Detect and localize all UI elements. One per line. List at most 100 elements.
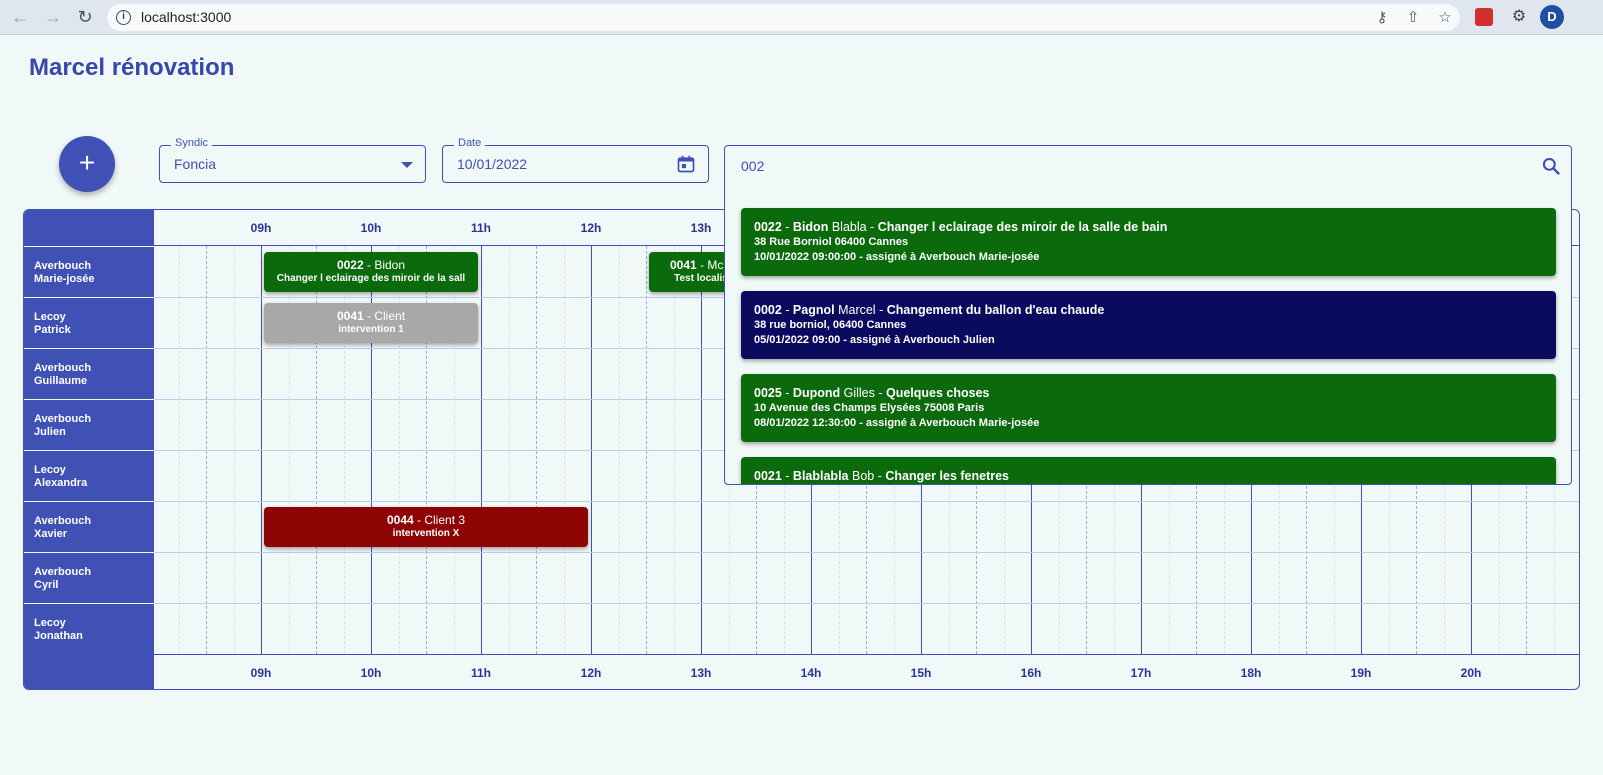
site-info-icon[interactable]: i — [116, 10, 131, 25]
resource-lastname: Averbouch — [34, 566, 92, 578]
result-address: 38 Rue Borniol 06400 Cannes — [754, 236, 909, 248]
hour-label: 09h — [250, 666, 272, 680]
hour-label: 10h — [360, 666, 382, 680]
calendar-icon[interactable] — [676, 154, 696, 174]
hour-label: 09h — [250, 221, 272, 235]
extension-icon[interactable] — [1475, 8, 1493, 26]
event-subtitle: Changer l eclairage des miroir de la sal… — [276, 273, 466, 284]
hour-label: 20h — [1460, 666, 1482, 680]
result-name: Pagnol — [792, 303, 835, 317]
resource-name: Lecoy Jonathan — [34, 617, 83, 643]
resource-lastname: Lecoy — [34, 311, 66, 323]
resource-firstname: Patrick — [34, 324, 71, 336]
search-result-card[interactable]: 0025 - Dupond Gilles - Quelques choses 10… — [741, 374, 1556, 442]
search-result-card[interactable]: 0021 - Blablabla Bob - Changer les fenet… — [741, 457, 1556, 484]
resource-row: Averbouch Cyril — [24, 552, 154, 603]
resource-name: Averbouch Marie-josée — [34, 260, 95, 286]
scheduler-event[interactable]: 0022 - Bidon Changer l eclairage des miro… — [264, 252, 478, 292]
result-address: 38 rue borniol, 06400 Cannes — [754, 319, 907, 331]
resource-row: Averbouch Julien — [24, 399, 154, 450]
hour-label: 16h — [1020, 666, 1042, 680]
profile-avatar[interactable]: D — [1540, 5, 1564, 29]
event-client: Client — [374, 309, 406, 323]
syndic-label: Syndic — [171, 137, 213, 149]
row-divider — [154, 501, 1579, 502]
resource-row: Lecoy Alexandra — [24, 450, 154, 501]
resource-firstname: Julien — [34, 426, 66, 438]
result-firstname: Bob — [851, 469, 875, 483]
resource-row: Averbouch Xavier — [24, 501, 154, 552]
event-id: 0041 — [669, 258, 697, 272]
resource-name: Lecoy Alexandra — [34, 464, 87, 490]
result-name: Bidon — [792, 220, 829, 234]
syndic-value: Foncia — [174, 156, 217, 172]
resource-name: Averbouch Xavier — [34, 515, 91, 541]
search-panel: 0022 - Bidon Blabla - Changer l eclairag… — [724, 145, 1572, 485]
browser-toolbar: ← → ↻ i localhost:3000 ⚷ ⇧ ☆ ⚙ D — [0, 0, 1603, 35]
search-result-card[interactable]: 0022 - Bidon Blabla - Changer l eclairag… — [741, 208, 1556, 276]
event-title: 0022 - Bidon — [336, 258, 406, 272]
event-client: Bidon — [374, 258, 406, 272]
date-value: 10/01/2022 — [457, 156, 528, 172]
event-subtitle: intervention 1 — [338, 324, 404, 335]
hour-label: 13h — [690, 221, 712, 235]
result-title: Changer les fenetres — [885, 469, 1010, 483]
result-heading: 0021 - Blablabla Bob - Changer les fenet… — [754, 469, 1010, 483]
hour-label: 10h — [360, 221, 382, 235]
time-header-bottom: 09h 10h 11h 12h 13h 14h 15h 16h 17h 18h 19h 20h — [154, 654, 1579, 689]
reload-icon[interactable]: ↻ — [74, 6, 96, 28]
resource-lastname: Averbouch — [34, 260, 92, 272]
resource-row: Lecoy Patrick — [24, 297, 154, 348]
back-arrow-icon[interactable]: ← — [9, 6, 31, 28]
address-bar[interactable]: i localhost:3000 ⚷ ⇧ ☆ — [107, 4, 1460, 31]
share-icon[interactable]: ⇧ — [1403, 8, 1423, 28]
scheduler-event[interactable]: 0041 - Client intervention 1 — [264, 303, 478, 343]
result-title: Changement du ballon d'eau chaude — [886, 303, 1105, 317]
hour-label: 19h — [1350, 666, 1372, 680]
resource-firstname: Xavier — [34, 528, 68, 540]
result-id: 0025 — [754, 386, 782, 400]
hour-label: 17h — [1130, 666, 1152, 680]
result-firstname: Blabla — [831, 220, 867, 234]
add-intervention-button[interactable]: + — [59, 136, 115, 192]
key-icon[interactable]: ⚷ — [1372, 8, 1392, 28]
date-field[interactable]: Date 10/01/2022 — [442, 137, 709, 183]
result-schedule: 08/01/2022 12:30:00 - assigné à Averbouc… — [754, 417, 1040, 429]
result-schedule: 05/01/2022 09:00 - assigné à Averbouch J… — [754, 334, 995, 346]
syndic-select[interactable]: Syndic Foncia — [159, 137, 426, 183]
star-icon[interactable]: ☆ — [1435, 8, 1455, 28]
resource-lastname: Averbouch — [34, 362, 92, 374]
result-name: Dupond — [792, 386, 841, 400]
resource-firstname: Guillaume — [34, 375, 88, 387]
resource-firstname: Cyril — [34, 579, 59, 591]
hour-label: 11h — [470, 666, 492, 680]
hour-label: 14h — [800, 666, 822, 680]
search-icon[interactable] — [1541, 156, 1561, 176]
result-title: Quelques choses — [886, 386, 990, 400]
search-result-card[interactable]: 0002 - Pagnol Marcel - Changement du bal… — [741, 291, 1556, 359]
resource-column: Averbouch Marie-josée Lecoy Patrick Averbouc… — [24, 210, 154, 689]
result-title: Changer l eclairage des miroir de la sal… — [877, 220, 1168, 234]
hour-label: 12h — [580, 221, 602, 235]
row-divider — [154, 552, 1579, 553]
forward-arrow-icon[interactable]: → — [42, 6, 64, 28]
hour-label: 13h — [690, 666, 712, 680]
result-firstname: Gilles — [843, 386, 875, 400]
event-client: Client 3 — [424, 513, 466, 527]
resource-lastname: Lecoy — [34, 464, 66, 476]
resource-firstname: Marie-josée — [34, 273, 95, 285]
url-text: localhost:3000 — [141, 9, 232, 25]
result-id: 0002 — [754, 303, 782, 317]
result-heading: 0022 - Bidon Blabla - Changer l eclairag… — [754, 220, 1168, 234]
puzzle-icon[interactable]: ⚙ — [1508, 6, 1530, 28]
result-name: Blablabla — [792, 469, 849, 483]
search-input[interactable] — [725, 146, 1571, 186]
date-label: Date — [454, 137, 486, 149]
result-heading: 0002 - Pagnol Marcel - Changement du bal… — [754, 303, 1105, 317]
plus-icon: + — [78, 147, 96, 178]
result-firstname: Marcel — [838, 303, 876, 317]
resource-row: Averbouch Guillaume — [24, 348, 154, 399]
resource-lastname: Averbouch — [34, 413, 92, 425]
event-id: 0044 — [386, 513, 414, 527]
scheduler-event[interactable]: 0044 - Client 3 intervention X — [264, 507, 588, 547]
